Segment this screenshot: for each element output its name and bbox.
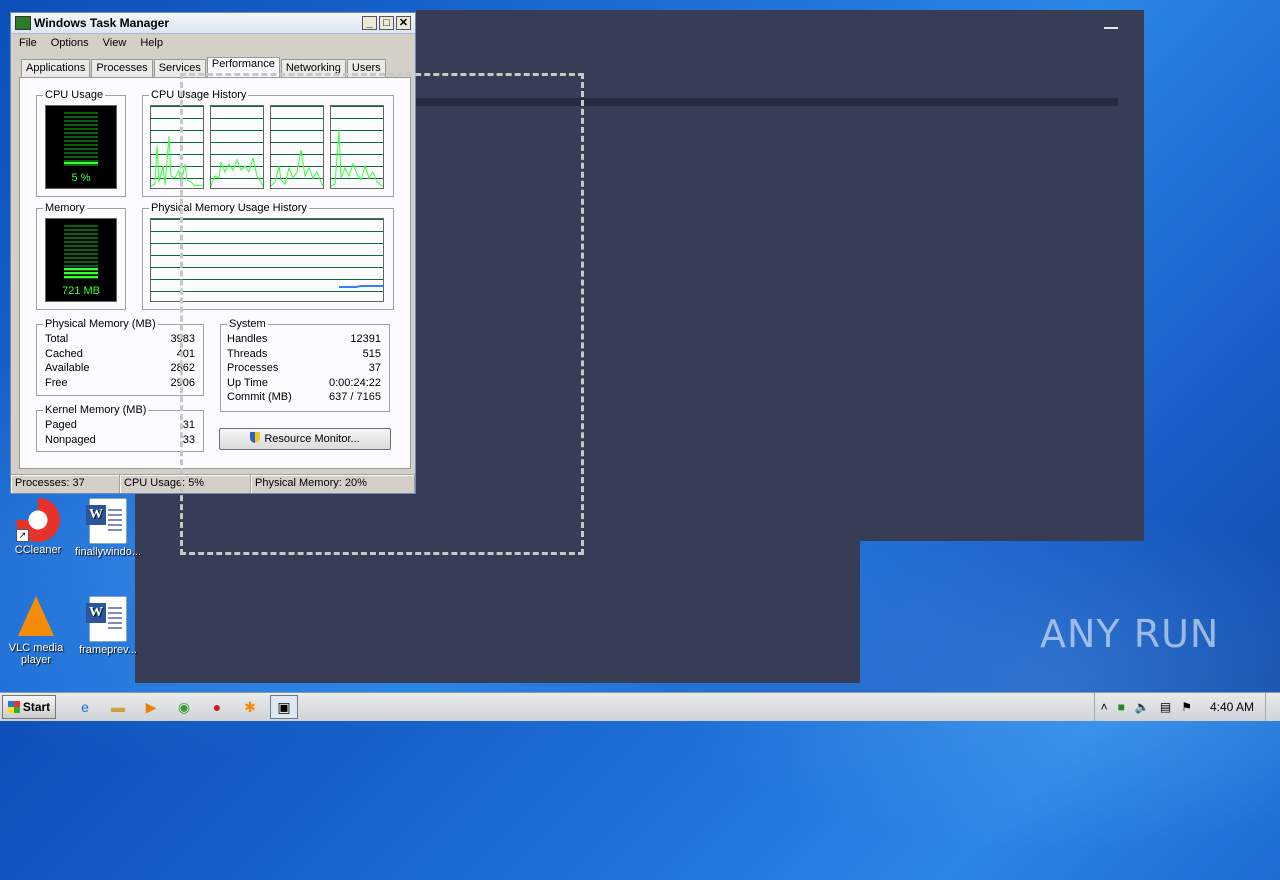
network-icon[interactable]: ▤ [1160, 700, 1171, 714]
cpu-usage-meter: 5 % [45, 105, 117, 189]
word-doc-icon [86, 596, 127, 642]
minimize-button[interactable]: _ [362, 16, 377, 30]
opera-icon[interactable]: ● [204, 696, 230, 718]
physical-memory-label: Physical Memory (MB) [43, 318, 158, 330]
desktop-icon-label: CCleaner [14, 544, 62, 556]
desktop-icon-frameprev[interactable]: frameprev... [72, 596, 144, 656]
desktop-icon-label: VLC media player [8, 642, 64, 666]
window-title: Windows Task Manager [34, 16, 170, 30]
taskbar: Start e ▬ ▶ ◉ ● ✱ ▣ ˄ ■ 🔈 ▤ ⚑ 4:40 AM [0, 692, 1280, 721]
kernel-memory-label: Kernel Memory (MB) [43, 404, 149, 416]
memory-value: 721 MB [62, 285, 100, 297]
start-label: Start [22, 700, 51, 714]
cpu-usage-group: CPU Usage 5 % [36, 89, 126, 197]
ccleaner-icon: ↗ [16, 498, 60, 542]
stat-row: Free 2906 [45, 377, 195, 389]
desktop-icon-label: frameprev... [79, 644, 137, 656]
task-manager-icon [15, 16, 31, 30]
start-button[interactable]: Start [2, 695, 56, 719]
kernel-memory-group: Kernel Memory (MB) Paged 31 Nonpaged 33 [36, 404, 204, 452]
media-player-icon[interactable]: ▶ [138, 696, 164, 718]
stat-row: Cached 401 [45, 348, 195, 360]
menu-help[interactable]: Help [140, 37, 163, 51]
memory-label: Memory [43, 202, 87, 214]
desktop-icon-finallywindo[interactable]: finallywindo... [72, 498, 144, 558]
action-center-flag-icon[interactable]: ⚑ [1181, 700, 1192, 714]
chrome-icon[interactable]: ◉ [171, 696, 197, 718]
desktop-icon-ccleaner[interactable]: ↗ CCleaner [2, 498, 74, 556]
menu-options[interactable]: Options [51, 37, 89, 51]
vlc-icon [18, 596, 54, 636]
show-desktop-button[interactable] [1265, 693, 1280, 721]
cpu-usage-label: CPU Usage [43, 89, 106, 101]
physical-memory-group: Physical Memory (MB) Total 3983 Cached 401… [36, 318, 204, 396]
desktop-icon-vlc[interactable]: VLC media player [0, 596, 72, 666]
explorer-icon[interactable]: ▬ [105, 696, 131, 718]
desktop-icon-label: finallywindo... [74, 546, 142, 558]
title-bar[interactable]: Windows Task Manager _ □ ✕ [11, 13, 415, 34]
volume-icon[interactable]: 🔈 [1135, 700, 1150, 714]
anyrun-watermark: ANY RUN [1040, 612, 1219, 656]
stat-row: Available 2862 [45, 362, 195, 374]
menu-bar: File Options View Help [11, 34, 415, 54]
cpu-usage-value: 5 % [71, 172, 91, 184]
menu-file[interactable]: File [19, 37, 37, 51]
stat-row: Paged 31 [45, 419, 195, 431]
task-manager-taskbar-icon[interactable]: ▣ [270, 695, 298, 719]
stat-row: Nonpaged 33 [45, 434, 195, 446]
menu-view[interactable]: View [103, 37, 127, 51]
memory-group: Memory 721 MB [36, 202, 126, 310]
system-tray: ˄ ■ 🔈 ▤ ⚑ 4:40 AM [1093, 693, 1280, 721]
minimize-icon[interactable] [1104, 27, 1118, 29]
tab-applications[interactable]: Applications [21, 59, 91, 78]
avast-icon[interactable]: ✱ [237, 696, 263, 718]
memory-meter: 721 MB [45, 218, 117, 302]
clock[interactable]: 4:40 AM [1210, 700, 1254, 714]
close-button[interactable]: ✕ [396, 16, 411, 30]
tab-processes[interactable]: Processes [91, 59, 153, 78]
stat-row: Total 3983 [45, 333, 195, 345]
maximize-button[interactable]: □ [379, 16, 394, 30]
ie-icon[interactable]: e [72, 696, 98, 718]
drag-selection-rectangle [180, 73, 584, 555]
status-processes: Processes: 37 [11, 475, 120, 493]
windows-logo-icon [7, 701, 20, 713]
task-manager-tray-icon[interactable]: ■ [1118, 700, 1125, 714]
watermark-text: ANY RUN [1040, 612, 1220, 656]
word-doc-icon [86, 498, 127, 544]
show-hidden-icons-icon[interactable]: ˄ [1101, 700, 1108, 714]
